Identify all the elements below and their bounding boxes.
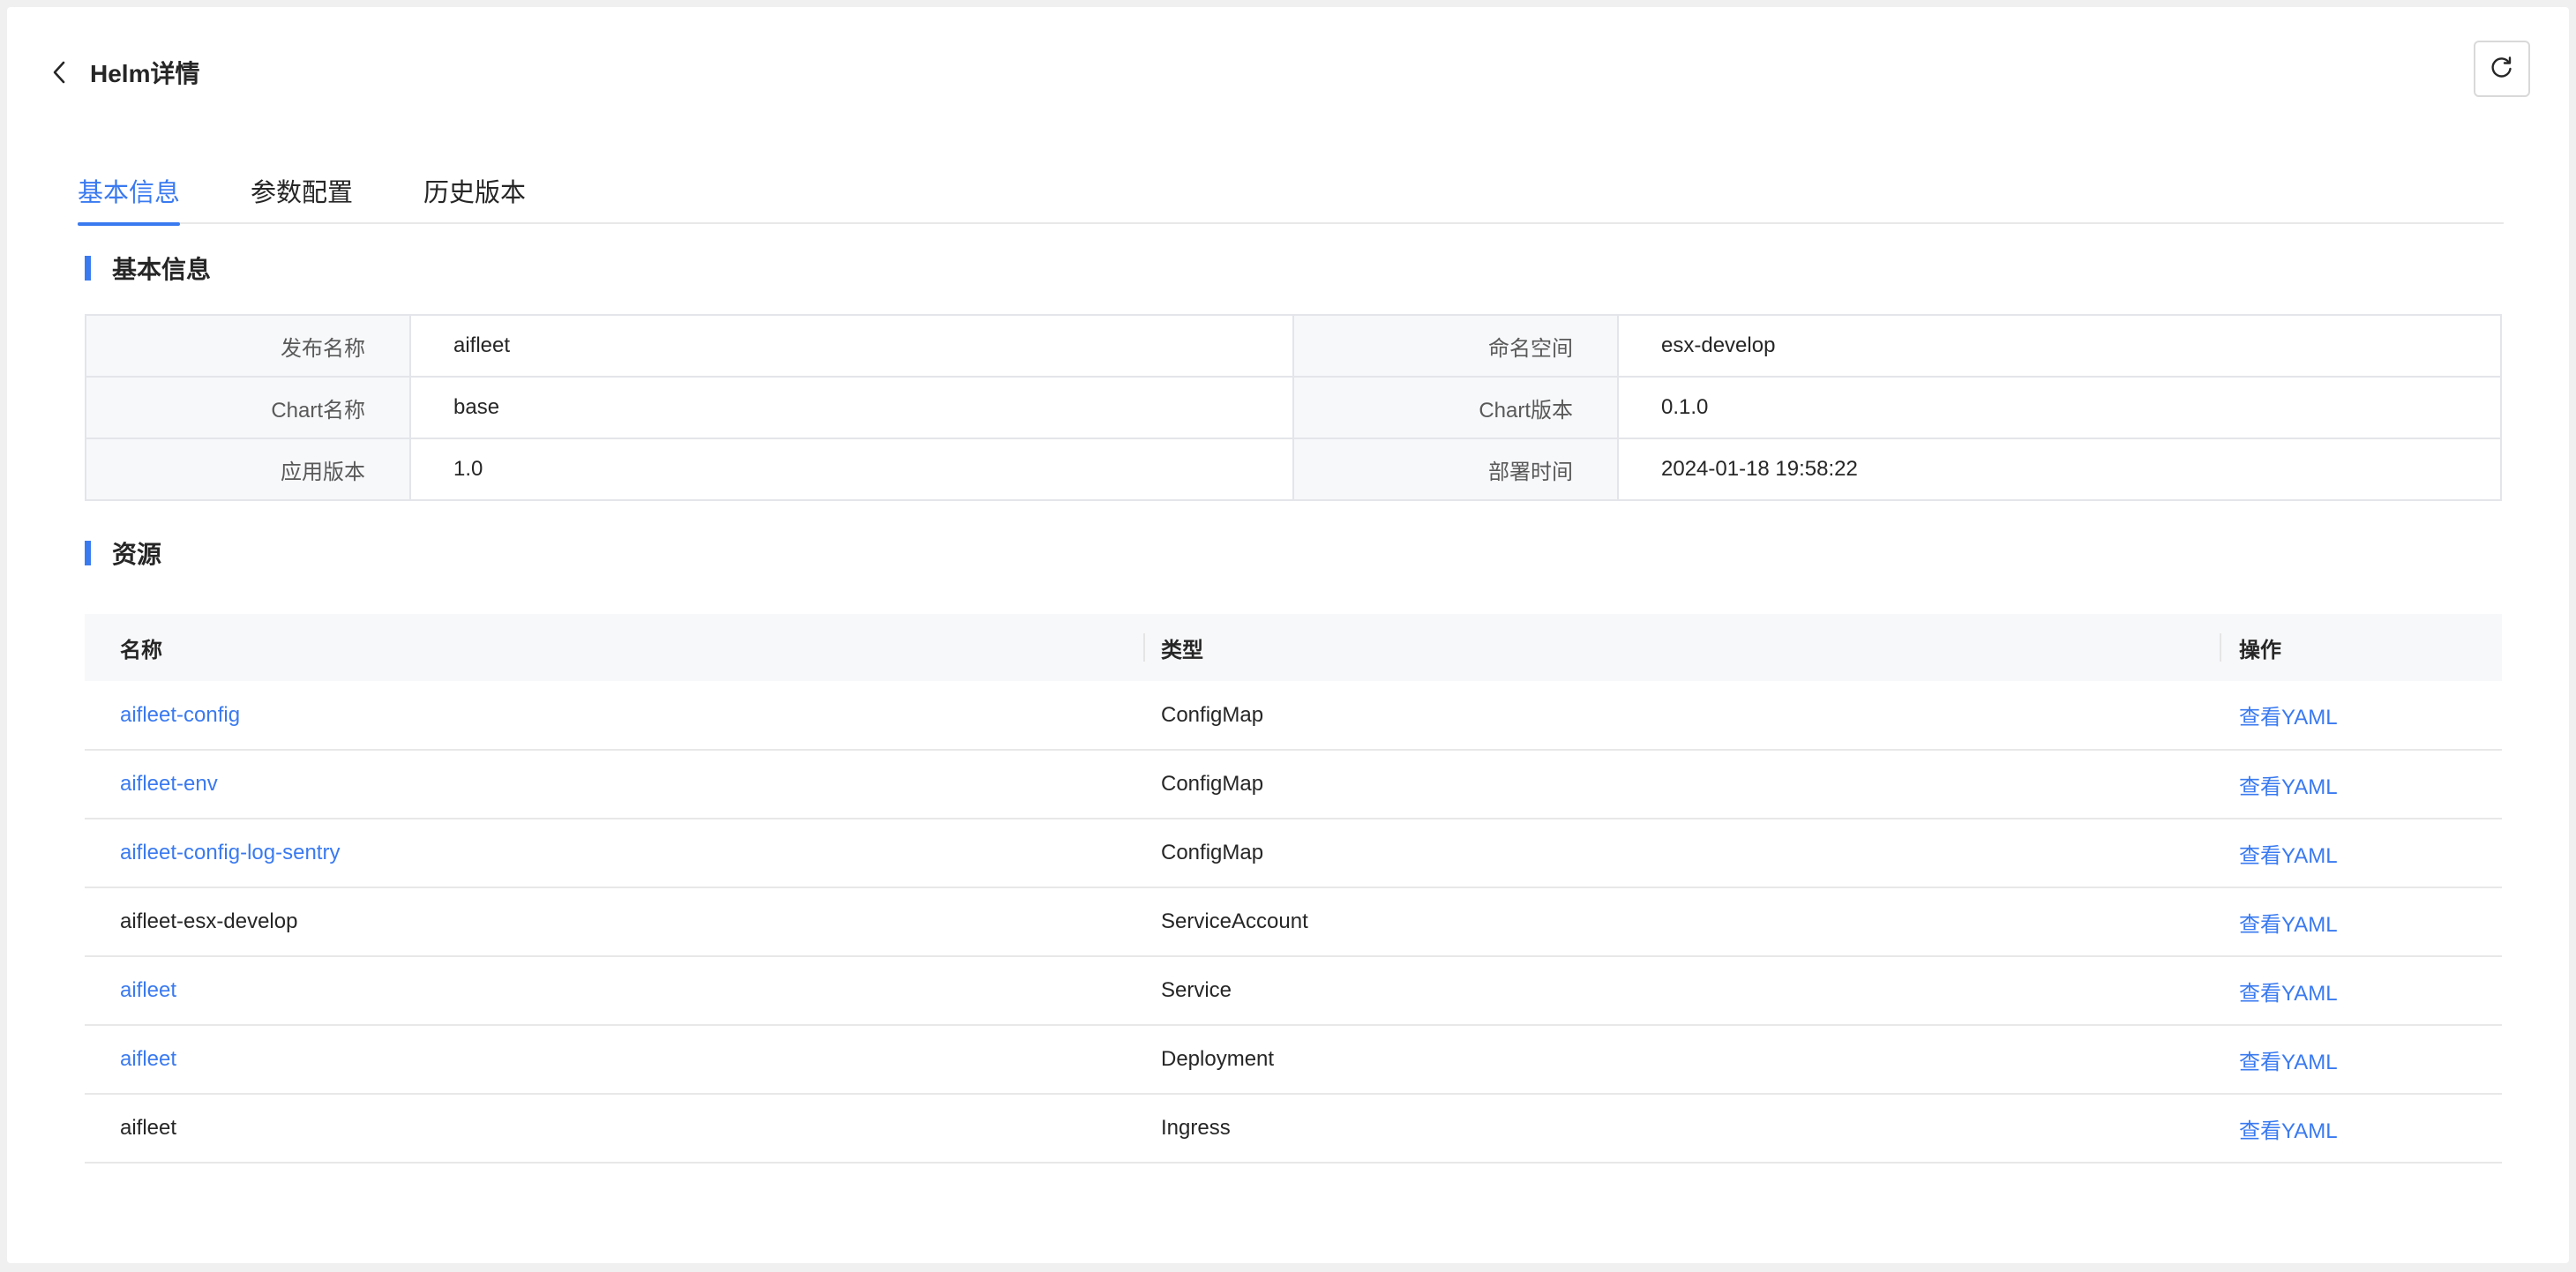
chart-name-label: Chart名称 <box>85 376 411 439</box>
chart-version-value: 0.1.0 <box>1617 376 2502 439</box>
resource-name-link[interactable]: aifleet-env <box>120 772 218 796</box>
section-title-text: 基本信息 <box>112 256 212 283</box>
resource-type: ConfigMap <box>1143 750 2220 819</box>
column-header-action-text: 操作 <box>2239 638 2281 662</box>
app-version-label: 应用版本 <box>85 438 411 501</box>
view-yaml-link[interactable]: 查看YAML <box>2239 982 2338 1006</box>
resource-name: aifleet-esx-develop <box>120 909 298 933</box>
resources-section-title: 资源 <box>85 540 161 568</box>
resource-name: aifleet <box>120 1116 177 1140</box>
table-row: aifleet-config ConfigMap 查看YAML <box>85 681 2502 751</box>
chart-name-value: base <box>409 376 1294 439</box>
namespace-value: esx-develop <box>1617 314 2502 378</box>
deploy-time-value: 2024-01-18 19:58:22 <box>1617 438 2502 501</box>
info-row: Chart名称 base Chart版本 0.1.0 <box>85 376 2502 439</box>
resource-type: ConfigMap <box>1143 819 2220 888</box>
resource-type: Service <box>1143 956 2220 1026</box>
refresh-icon <box>2490 56 2513 83</box>
basic-info-table: 发布名称 aifleet 命名空间 esx-develop Chart名称 ba… <box>85 314 2502 501</box>
resource-type: ServiceAccount <box>1143 887 2220 957</box>
refresh-button[interactable] <box>2474 41 2530 97</box>
column-header-name: 名称 <box>85 614 1143 681</box>
info-row: 应用版本 1.0 部署时间 2024-01-18 19:58:22 <box>85 438 2502 501</box>
tab-parameter-config[interactable]: 参数配置 <box>251 166 353 224</box>
tab-history-versions[interactable]: 历史版本 <box>423 166 526 224</box>
view-yaml-link[interactable]: 查看YAML <box>2239 844 2338 868</box>
tab-bar: 基本信息 参数配置 历史版本 <box>78 166 2504 226</box>
section-title-text: 资源 <box>112 541 162 568</box>
view-yaml-link[interactable]: 查看YAML <box>2239 1119 2338 1143</box>
resource-name-link[interactable]: aifleet-config-log-sentry <box>120 841 340 864</box>
chart-version-label: Chart版本 <box>1292 376 1619 439</box>
info-row: 发布名称 aifleet 命名空间 esx-develop <box>85 314 2502 378</box>
view-yaml-link[interactable]: 查看YAML <box>2239 706 2338 730</box>
table-row: aifleet-env ConfigMap 查看YAML <box>85 750 2502 819</box>
resource-name-link[interactable]: aifleet-config <box>120 703 240 727</box>
view-yaml-link[interactable]: 查看YAML <box>2239 1051 2338 1074</box>
resource-type: Ingress <box>1143 1094 2220 1164</box>
tab-basic-info[interactable]: 基本信息 <box>78 166 181 226</box>
view-yaml-link[interactable]: 查看YAML <box>2239 913 2338 937</box>
view-yaml-link[interactable]: 查看YAML <box>2239 775 2338 799</box>
resource-type: Deployment <box>1143 1025 2220 1095</box>
release-name-value: aifleet <box>409 314 1294 378</box>
chevron-left-icon[interactable] <box>51 55 76 90</box>
resource-name-link[interactable]: aifleet <box>120 978 176 1002</box>
page-card: Helm详情 基本信息 参数配置 历史版本 基本信息 发布名称 aifleet … <box>7 7 2569 1263</box>
resource-name-link[interactable]: aifleet <box>120 1047 176 1071</box>
table-row: aifleet Deployment 查看YAML <box>85 1025 2502 1095</box>
section-accent-bar <box>85 256 91 281</box>
column-header-action: 操作 <box>2220 614 2502 681</box>
page-header: Helm详情 <box>51 55 199 90</box>
table-row: aifleet Ingress 查看YAML <box>85 1094 2502 1164</box>
page-title: Helm详情 <box>90 60 200 87</box>
column-header-type-text: 类型 <box>1161 638 1203 662</box>
table-row: aifleet Service 查看YAML <box>85 956 2502 1026</box>
app-version-value: 1.0 <box>409 438 1294 501</box>
table-header-row: 名称 类型 操作 <box>85 614 2502 681</box>
release-name-label: 发布名称 <box>85 314 411 378</box>
deploy-time-label: 部署时间 <box>1292 438 1619 501</box>
table-row: aifleet-config-log-sentry ConfigMap 查看YA… <box>85 819 2502 888</box>
resource-type: ConfigMap <box>1143 681 2220 751</box>
namespace-label: 命名空间 <box>1292 314 1619 378</box>
column-header-type: 类型 <box>1143 614 2220 681</box>
table-row: aifleet-esx-develop ServiceAccount 查看YAM… <box>85 887 2502 957</box>
resources-table: 名称 类型 操作 aifleet-config ConfigMap 查看YAML… <box>85 614 2502 1164</box>
basic-info-section-title: 基本信息 <box>85 255 211 283</box>
section-accent-bar <box>85 541 91 565</box>
